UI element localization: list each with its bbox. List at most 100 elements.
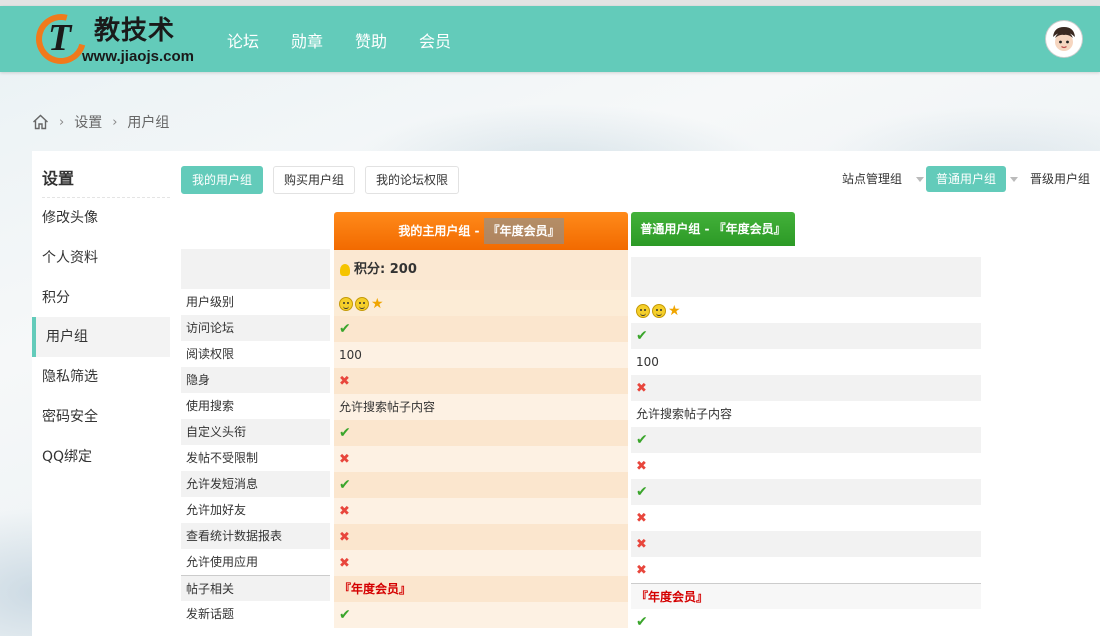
- cell-value: ✔: [631, 323, 981, 349]
- section-group-name: 『年度会员』: [339, 582, 412, 596]
- label-row: 隐身: [181, 367, 330, 393]
- sidebar-item-privacy[interactable]: 隐私筛选: [32, 357, 170, 397]
- breadcrumb-usergroup: 用户组: [127, 115, 170, 131]
- cross-icon: ✖: [636, 459, 647, 474]
- smiley-icon: [355, 296, 369, 311]
- nav-medals[interactable]: 勋章: [291, 28, 323, 52]
- score-text: 积分: 200: [354, 262, 417, 277]
- check-icon: ✔: [339, 321, 351, 337]
- chevron-down-icon[interactable]: [915, 176, 924, 182]
- main-group-title-prefix: 我的主用户组 -: [398, 224, 484, 238]
- cell-value: ✔: [334, 602, 628, 628]
- chevron-down-icon[interactable]: [1009, 176, 1018, 182]
- cross-icon: ✖: [636, 537, 647, 552]
- cell-value: ✔: [631, 609, 981, 635]
- cell-value: 100: [334, 342, 628, 368]
- cell-value: ✖: [334, 550, 628, 576]
- cell-value: ✔: [631, 427, 981, 453]
- label-row: 使用搜索: [186, 399, 235, 413]
- tab-buy-usergroup[interactable]: 购买用户组: [273, 166, 356, 194]
- cross-icon: ✖: [339, 504, 350, 519]
- cell-value: ✔: [334, 316, 628, 342]
- main-group-body: 积分: 200 ★ ✔ 100 ✖ 允许搜索帖子内容 ✔ ✖ ✔ ✖ ✖ ✖ 『…: [334, 250, 628, 628]
- cell-user-level: ★: [631, 297, 981, 323]
- check-icon: ✔: [339, 425, 351, 441]
- permission-labels: 用户级别 访问论坛 阅读权限 隐身 使用搜索 自定义头衔 发帖不受限制 允许发短…: [181, 249, 330, 627]
- cell-value: ✔: [631, 479, 981, 505]
- cross-icon: ✖: [339, 556, 350, 571]
- label-row: 访问论坛: [181, 315, 330, 341]
- main-group-column: 我的主用户组 - 『年度会员』 积分: 200 ★ ✔ 100 ✖ 允许搜索帖子…: [334, 212, 628, 628]
- cross-icon: ✖: [636, 381, 647, 396]
- site-logo[interactable]: T 教技术 www.jiaojs.com: [26, 4, 206, 74]
- breadcrumb: › 设置 › 用户组: [32, 112, 169, 132]
- cross-icon: ✖: [339, 530, 350, 545]
- nav-sponsor[interactable]: 赞助: [355, 28, 387, 52]
- smiley-icon: [339, 296, 353, 311]
- sidebar-item-avatar[interactable]: 修改头像: [32, 198, 170, 238]
- settings-panel: 设置 修改头像 个人资料 积分 用户组 隐私筛选 密码安全 QQ绑定 我的用户组…: [32, 151, 1100, 636]
- label-row: 用户级别: [186, 295, 235, 309]
- user-avatar[interactable]: [1046, 21, 1082, 57]
- normal-group-header: 普通用户组 - 『年度会员』: [631, 212, 795, 246]
- label-row: 发新话题: [186, 607, 235, 621]
- nav-members[interactable]: 会员: [419, 28, 451, 52]
- level-icons: ★: [339, 295, 384, 312]
- label-header-blank: [181, 249, 330, 289]
- normal-header-blank: [631, 257, 981, 297]
- group-type-tabs: 站点管理组 普通用户组 晋级用户组: [832, 166, 1100, 192]
- cell-value: 允许搜索帖子内容: [334, 394, 628, 420]
- sidebar-title: 设置: [42, 169, 75, 188]
- breadcrumb-settings[interactable]: 设置: [74, 112, 102, 132]
- cross-icon: ✖: [636, 511, 647, 526]
- star-icon: ★: [371, 295, 384, 312]
- section-group-name: 『年度会员』: [636, 590, 709, 604]
- cell-value: ✖: [631, 557, 981, 583]
- cross-icon: ✖: [636, 563, 647, 578]
- star-icon: ★: [668, 302, 681, 319]
- normal-group-column: 普通用户组 - 『年度会员』 ★ ✔ 100 ✖ 允许搜索帖子内容 ✔ ✖ ✔ …: [631, 212, 981, 635]
- cross-icon: ✖: [339, 374, 350, 389]
- sidebar-item-profile[interactable]: 个人资料: [32, 238, 170, 278]
- sidebar-item-credits[interactable]: 积分: [32, 278, 170, 318]
- section-cell: 『年度会员』: [631, 583, 981, 609]
- label-row: 允许发短消息: [181, 471, 330, 497]
- avatar-face-icon: [1048, 23, 1080, 55]
- nav-forum[interactable]: 论坛: [227, 28, 259, 52]
- settings-sidebar: 设置 修改头像 个人资料 积分 用户组 隐私筛选 密码安全 QQ绑定: [32, 151, 170, 636]
- tab-promoted-group[interactable]: 晋级用户组: [1020, 166, 1100, 192]
- check-icon: ✔: [636, 614, 648, 630]
- check-icon: ✔: [339, 477, 351, 493]
- cell-value: ✔: [334, 420, 628, 446]
- label-row: 允许使用应用: [186, 555, 259, 569]
- cell-value: ✖: [334, 524, 628, 550]
- cell-value: 100: [636, 355, 659, 369]
- label-row: 查看统计数据报表: [181, 523, 330, 549]
- cell-value: ✔: [334, 472, 628, 498]
- tab-my-usergroup[interactable]: 我的用户组: [181, 166, 264, 194]
- breadcrumb-separator-icon: ›: [112, 114, 118, 130]
- cell-value: ✖: [334, 498, 628, 524]
- sidebar-item-qq[interactable]: QQ绑定: [32, 437, 170, 477]
- label-row: 允许加好友: [186, 503, 247, 517]
- check-icon: ✔: [636, 328, 648, 344]
- label-row: 发帖不受限制: [186, 451, 259, 465]
- tab-forum-permissions[interactable]: 我的论坛权限: [365, 166, 460, 194]
- sidebar-item-usergroup[interactable]: 用户组: [32, 317, 170, 357]
- section-cell: 『年度会员』: [334, 576, 628, 602]
- check-icon: ✔: [636, 432, 648, 448]
- breadcrumb-separator-icon: ›: [59, 114, 65, 130]
- cell-value: ✖: [334, 368, 628, 394]
- label-row: 自定义头衔: [181, 419, 330, 445]
- tab-normal-group[interactable]: 普通用户组: [925, 166, 1006, 192]
- cell-value: ✖: [631, 531, 981, 557]
- home-icon[interactable]: [32, 114, 49, 130]
- sidebar-item-password[interactable]: 密码安全: [32, 397, 170, 437]
- main-group-title-name: 『年度会员』: [483, 218, 564, 244]
- cell-value: ✖: [334, 446, 628, 472]
- tab-admin-group[interactable]: 站点管理组: [832, 166, 912, 192]
- main-group-header: 我的主用户组 - 『年度会员』: [334, 212, 628, 250]
- cell-value: ✖: [631, 453, 981, 479]
- logo-letter: T: [48, 17, 72, 59]
- cell-user-level: ★: [334, 290, 628, 316]
